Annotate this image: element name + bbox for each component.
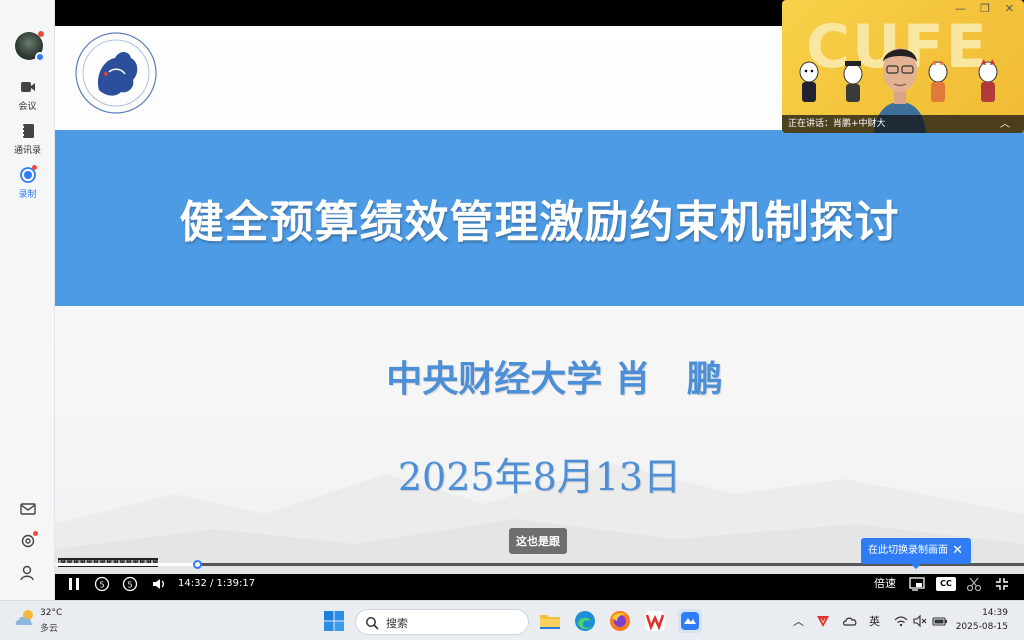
- player-controls: 5 5 14:32 / 1:39:17 倍速 CC: [55, 571, 1024, 597]
- pause-icon[interactable]: [67, 575, 81, 593]
- speaking-label: 正在讲话：肖鹏+中财大: [788, 119, 886, 129]
- search-icon: [365, 615, 379, 634]
- antivirus-icon[interactable]: V: [815, 613, 831, 629]
- skip-back-icon[interactable]: 5: [93, 575, 111, 593]
- file-explorer-icon[interactable]: [538, 609, 562, 633]
- notification-dot: [31, 165, 37, 170]
- svg-text:5: 5: [99, 581, 104, 590]
- sidebar-item-label: 通讯录: [13, 146, 41, 156]
- exit-fullscreen-icon[interactable]: [993, 575, 1011, 593]
- skip-forward-icon[interactable]: 5: [121, 575, 139, 593]
- screen: 会议 通讯录 录制 健全预算绩效管理激励约束机制探讨 中央财经大学 肖 鹏 20…: [0, 0, 1024, 640]
- firefox-icon[interactable]: [608, 609, 632, 633]
- title-banner: 健全预算绩效管理激励约束机制探讨: [55, 130, 1024, 306]
- camera-view[interactable]: CUFE — ❐ ✕ 正在讲话：肖鹏+中财大 ︿: [782, 0, 1024, 133]
- slide-title: 健全预算绩效管理激励约束机制探讨: [179, 197, 900, 248]
- address-book-icon: [19, 122, 37, 140]
- speaking-bar: 正在讲话：肖鹏+中财大: [782, 115, 1024, 133]
- cloudy-weather-icon: [15, 610, 33, 625]
- scissors-icon[interactable]: [965, 575, 983, 593]
- sidebar-item-label: 录制: [18, 190, 37, 200]
- notification-dot: [38, 31, 44, 37]
- tip-arrow: [911, 564, 921, 569]
- user-icon[interactable]: [19, 564, 37, 582]
- weather-widget[interactable]: 32°C 多云: [14, 607, 62, 634]
- wps-office-icon[interactable]: [643, 609, 667, 633]
- progress-handle[interactable]: [192, 560, 202, 569]
- volume-icon[interactable]: [150, 575, 168, 593]
- ime-indicator[interactable]: 英: [869, 613, 880, 629]
- search-placeholder: 搜索: [386, 617, 408, 630]
- taskbar-search[interactable]: 搜索: [355, 609, 529, 635]
- record-icon: [19, 165, 37, 184]
- mail-icon[interactable]: [19, 500, 37, 518]
- clock-time[interactable]: 14:39: [982, 608, 1008, 618]
- left-sidebar: 会议 通讯录 录制: [0, 0, 55, 600]
- status-badge: [35, 52, 45, 62]
- sidebar-item-record[interactable]: 录制: [0, 165, 55, 200]
- speaker-muted-icon[interactable]: [912, 613, 928, 629]
- mascot-figure: [928, 60, 948, 102]
- battery-icon[interactable]: [932, 613, 948, 629]
- live-subtitle: 这也是跟: [509, 528, 567, 554]
- video-camera-icon: [19, 78, 37, 96]
- tip-text: 在此切换录制画面: [868, 545, 948, 556]
- progress-fill: [55, 563, 197, 566]
- slide-date: 2025年8月13日: [397, 455, 682, 499]
- edge-browser-icon[interactable]: [573, 609, 597, 633]
- settings-icon[interactable]: [19, 531, 38, 550]
- cloud-sync-icon[interactable]: [842, 613, 858, 629]
- windows-start-icon[interactable]: [322, 609, 346, 633]
- chevron-up-icon[interactable]: ︿: [1000, 115, 1010, 130]
- minimize-icon[interactable]: —: [955, 2, 966, 15]
- mascot-figure: [799, 61, 819, 102]
- switch-view-tip: 在此切换录制画面 ✕: [861, 538, 971, 569]
- chevron-up-icon[interactable]: ︿: [793, 613, 804, 629]
- sidebar-item-meeting[interactable]: 会议: [0, 78, 55, 112]
- avatar[interactable]: [15, 31, 45, 62]
- restore-icon[interactable]: ❐: [980, 2, 990, 15]
- mascot-figure: [978, 59, 998, 102]
- close-icon[interactable]: ✕: [952, 538, 963, 564]
- university-logo: [75, 32, 157, 114]
- mascot-figure: [843, 61, 863, 102]
- speed-button[interactable]: 倍速: [874, 575, 896, 593]
- playback-time: 14:32 / 1:39:17: [178, 578, 256, 589]
- switch-view-icon[interactable]: [908, 575, 926, 593]
- tencent-meeting-icon[interactable]: [678, 609, 702, 633]
- svg-text:5: 5: [127, 581, 132, 590]
- close-icon[interactable]: ✕: [1005, 2, 1014, 15]
- clock-date[interactable]: 2025-08-15: [956, 622, 1008, 632]
- taskbar: 32°C 多云 搜索 ︿ V 英 14:39 2025-08-15: [0, 600, 1024, 640]
- weather-description: 多云: [40, 624, 59, 634]
- sidebar-item-contacts[interactable]: 通讯录: [0, 122, 55, 156]
- wifi-icon[interactable]: [893, 613, 909, 629]
- sidebar-item-label: 会议: [18, 102, 37, 112]
- notification-dot: [33, 531, 38, 536]
- slide-speaker: 中央财经大学 肖 鹏: [386, 359, 723, 400]
- captions-button[interactable]: CC: [936, 577, 956, 591]
- weather-temperature: 32°C: [40, 608, 63, 618]
